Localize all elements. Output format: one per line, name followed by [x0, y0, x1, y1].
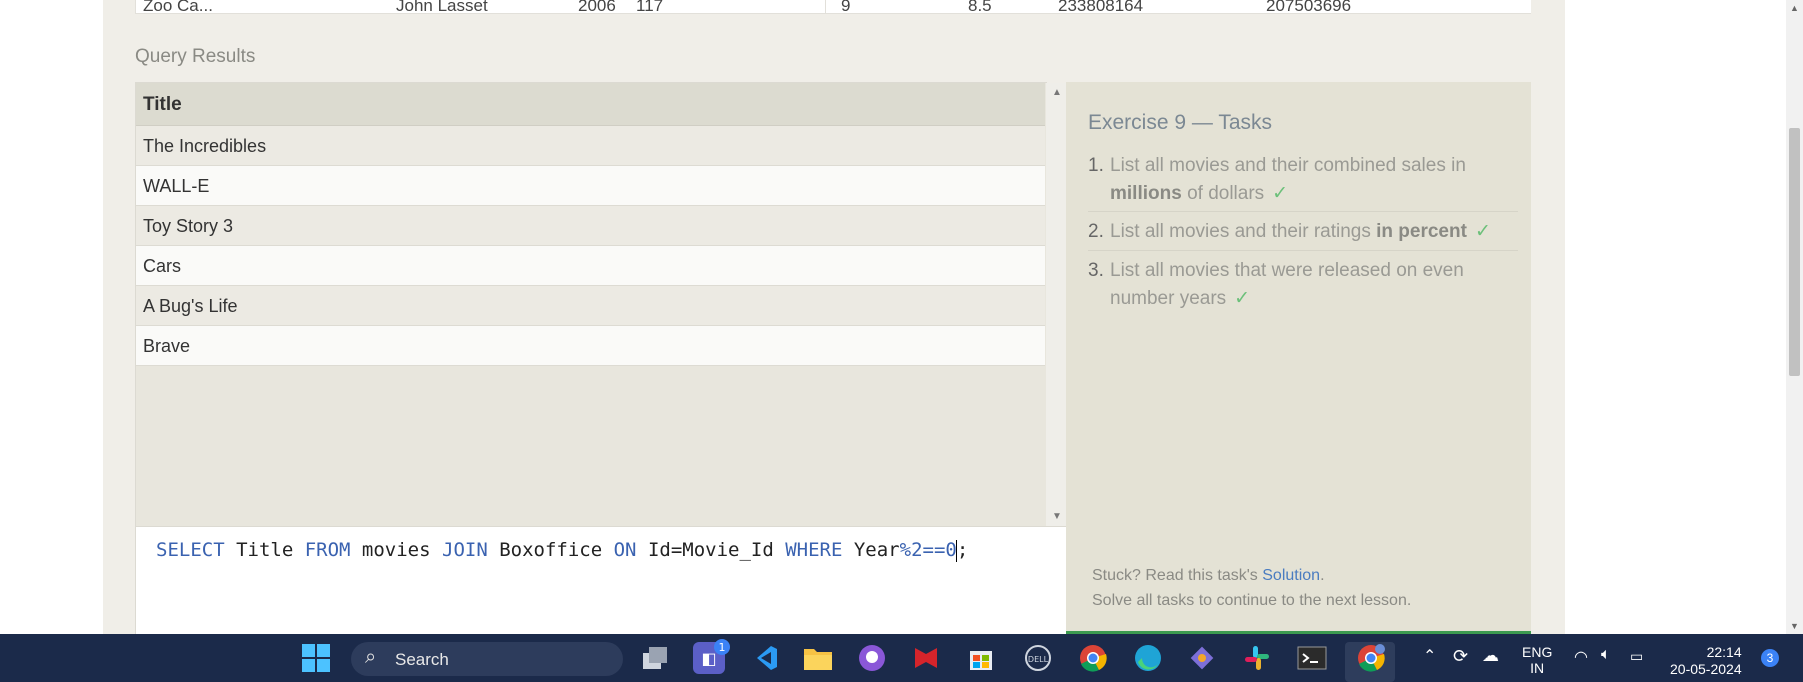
query-results-table: Title The Incredibles WALL-E Toy Story 3…: [135, 82, 1068, 527]
clipped-table-left: Zoo Ca... John Lasset 2006 117: [135, 0, 827, 14]
page-scrollbar[interactable]: ▲ ▼: [1786, 0, 1803, 634]
search-icon: ⌕: [365, 646, 377, 668]
table-row: The Incredibles: [136, 126, 1045, 166]
tasks-panel: Exercise 9 — Tasks 1. List all movies an…: [1066, 82, 1531, 634]
file-explorer-icon[interactable]: [802, 642, 834, 674]
chrome-icon[interactable]: [1077, 642, 1109, 674]
table-row: Brave: [136, 326, 1045, 366]
column-header-label: Title: [143, 94, 182, 115]
task-text: List all movies and their combined sales…: [1110, 155, 1466, 176]
mcafee-icon[interactable]: [910, 642, 942, 674]
cell: 117: [636, 0, 664, 14]
task-text: List all movies that were released on ev…: [1110, 260, 1464, 309]
windows-taskbar: ⌕ Search ◧ 1 DELL: [0, 634, 1803, 682]
git-gui-icon[interactable]: [1186, 642, 1218, 674]
cell: 9: [841, 0, 851, 14]
clipped-table-row: Zoo Ca... John Lasset 2006 117 9 8.5 233…: [135, 0, 1531, 14]
cell: John Lasset: [396, 0, 488, 14]
stuck-text: Stuck? Read this task's: [1092, 567, 1263, 584]
cell: Cars: [143, 256, 182, 276]
sql-keyword: FROM: [304, 539, 351, 561]
task-item-1: 1. List all movies and their combined sa…: [1088, 152, 1518, 208]
check-icon: ✓: [1474, 221, 1491, 242]
table-row: Toy Story 3: [136, 206, 1045, 246]
sql-keyword: ON: [613, 539, 637, 561]
sql-token: Title: [224, 539, 305, 561]
cell: Brave: [143, 336, 191, 356]
task-text: of dollars: [1181, 183, 1265, 204]
cell: Zoo Ca...: [143, 0, 213, 14]
task-item-2: 2. List all movies and their ratings in …: [1088, 218, 1518, 246]
windows-start-icon[interactable]: [300, 642, 332, 674]
divider: [1088, 211, 1518, 212]
table-row: WALL-E: [136, 166, 1045, 206]
cell: The Incredibles: [143, 136, 267, 156]
teams-icon[interactable]: ◧ 1: [693, 639, 730, 674]
search-label: Search: [395, 650, 449, 669]
slack-icon[interactable]: [1241, 642, 1273, 674]
sql-token: movies: [350, 539, 442, 561]
chrome-active-icon[interactable]: [1355, 642, 1387, 674]
task-number: 3.: [1088, 260, 1104, 281]
table-row: Cars: [136, 246, 1045, 286]
taskbar-search[interactable]: ⌕ Search: [351, 642, 623, 676]
query-results-label: Query Results: [135, 46, 256, 67]
clipped-table-right: 9 8.5 233808164 207503696: [825, 0, 1531, 14]
sql-keyword: WHERE: [785, 539, 843, 561]
scroll-down-icon[interactable]: ▼: [1790, 621, 1799, 631]
sql-token: Year: [842, 539, 900, 561]
scroll-up-icon[interactable]: ▲: [1790, 3, 1799, 13]
check-icon: ✓: [1234, 288, 1251, 309]
tasks-title: Exercise 9 — Tasks: [1088, 111, 1273, 134]
vscode-icon[interactable]: [749, 642, 781, 674]
task-number: 1.: [1088, 155, 1104, 176]
scroll-up-icon[interactable]: ▲: [1052, 87, 1062, 98]
check-icon: ✓: [1272, 183, 1289, 204]
sql-keyword: JOIN: [442, 539, 488, 561]
task-bold: millions: [1110, 183, 1182, 204]
sql-token: Boxoffice: [487, 539, 614, 561]
column-header-title: Title: [136, 83, 1045, 126]
github-icon[interactable]: [856, 642, 888, 674]
task-number: 2.: [1088, 221, 1104, 242]
stuck-hint: Stuck? Read this task's Solution.: [1092, 567, 1325, 585]
stuck-end: .: [1320, 567, 1325, 584]
cell: 207503696: [1266, 0, 1352, 14]
continue-hint: Solve all tasks to continue to the next …: [1092, 592, 1412, 609]
task-bold: in percent: [1376, 221, 1467, 242]
results-scrollbar[interactable]: ▲ ▼: [1046, 83, 1068, 526]
task-item-3: 3. List all movies that were released on…: [1088, 257, 1518, 313]
dell-icon[interactable]: DELL: [1022, 642, 1054, 674]
solution-link[interactable]: Solution: [1262, 567, 1320, 584]
cell: 2006: [578, 0, 616, 14]
edge-icon[interactable]: [1132, 642, 1164, 674]
teams-badge: 1: [714, 639, 730, 655]
svg-text:DELL: DELL: [1028, 655, 1049, 664]
cell: 8.5: [968, 0, 992, 14]
task-text: List all movies and their ratings: [1110, 221, 1377, 242]
terminal-icon[interactable]: [1296, 642, 1328, 674]
sql-editor[interactable]: SELECT Title FROM movies JOIN Boxoffice …: [135, 526, 1067, 635]
cell: Toy Story 3: [143, 216, 234, 236]
scroll-down-icon[interactable]: ▼: [1052, 511, 1062, 522]
microsoft-store-icon[interactable]: [965, 642, 997, 674]
sql-token: Id=Movie_Id: [636, 539, 786, 561]
sql-expression: %2==0: [899, 539, 957, 561]
table-row: A Bug's Life: [136, 286, 1045, 326]
task-view-icon[interactable]: [639, 642, 671, 674]
cell: A Bug's Life: [143, 296, 238, 316]
divider: [1088, 250, 1518, 251]
sql-token: ;: [956, 539, 969, 561]
sql-keyword: SELECT: [156, 539, 225, 561]
sql-query-text[interactable]: SELECT Title FROM movies JOIN Boxoffice …: [156, 539, 968, 562]
scrollbar-thumb[interactable]: [1789, 128, 1800, 376]
cell: 233808164: [1058, 0, 1144, 14]
cell: WALL-E: [143, 176, 210, 196]
